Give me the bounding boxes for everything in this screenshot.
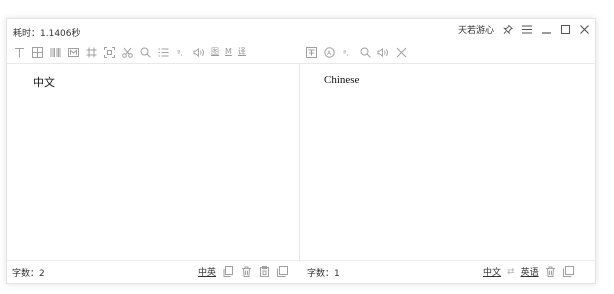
copy-icon[interactable] [563,266,575,278]
lang-mode-button[interactable]: 中英 [198,265,216,278]
translation-text-pane[interactable]: Chinese [300,64,595,262]
right-toolbar: A ª, [305,43,407,61]
source-actions: 中英 [198,265,288,278]
source-char-count: 字数：2 [12,269,45,279]
mail-icon[interactable] [67,46,79,58]
copy-icon[interactable] [222,266,234,278]
svg-text:A: A [327,50,332,57]
search-icon[interactable] [359,46,371,58]
trash-icon[interactable] [240,266,252,278]
swap-languages-icon[interactable]: ⇄ [507,267,515,277]
maximize-icon[interactable] [560,24,570,36]
text-cursor-icon[interactable] [13,46,25,58]
pin-icon[interactable] [503,24,513,36]
crop-frame-icon[interactable] [85,46,97,58]
elapsed-time: 耗时：1.1406秒 [13,29,81,39]
source-language-select[interactable]: 中文 [483,265,501,278]
window-controls: 天若游心 [458,23,589,36]
speaker-icon[interactable] [377,46,389,58]
select-frame-icon[interactable] [103,46,115,58]
target-language-select[interactable]: 英语 [521,265,539,278]
list-icon[interactable] [157,46,169,58]
paste-icon[interactable] [258,266,270,278]
duplicate-icon[interactable] [276,266,288,278]
barcode-icon[interactable] [49,46,61,58]
translation-char-count: 字数：1 [307,269,340,279]
pinyin-icon[interactable]: ª, [175,46,187,58]
source-text-pane[interactable]: 中文 [7,64,300,262]
title-bar: 耗时：1.1406秒 天若游心 [7,19,595,43]
pinyin-icon[interactable]: ª, [341,46,353,58]
image-text-button[interactable]: 图 [211,46,219,58]
status-bar: 字数：2 中英 字数：1 中文 ⇄ 英语 [7,260,595,283]
m-text-button[interactable]: M [225,46,232,58]
translation-actions: 中文 ⇄ 英语 [483,265,575,278]
brand-name: 天若游心 [457,26,494,36]
close-icon[interactable] [395,46,407,58]
source-text[interactable]: 中文 [33,74,55,90]
svg-text:ª,: ª, [177,49,183,57]
left-toolbar: ª, 图 M 译 [13,43,246,61]
trash-icon[interactable] [545,266,557,278]
table-icon[interactable] [31,46,43,58]
cut-icon[interactable] [121,46,133,58]
translated-text[interactable]: Chinese [324,74,359,86]
menu-icon[interactable] [522,24,532,36]
refresh-a-icon[interactable]: A [323,46,335,58]
translate-text-button[interactable]: 译 [238,46,246,58]
speaker-icon[interactable] [193,46,205,58]
close-window-icon[interactable] [579,24,589,36]
text-panes: 中文 Chinese [7,63,595,264]
app-window: 耗时：1.1406秒 天若游心 ª, 图 M 译 A ª, 中文 Chinese… [6,18,596,284]
svg-text:ª,: ª, [343,49,349,57]
translate-icon[interactable] [305,46,317,58]
search-icon[interactable] [139,46,151,58]
minimize-icon[interactable] [541,24,551,36]
